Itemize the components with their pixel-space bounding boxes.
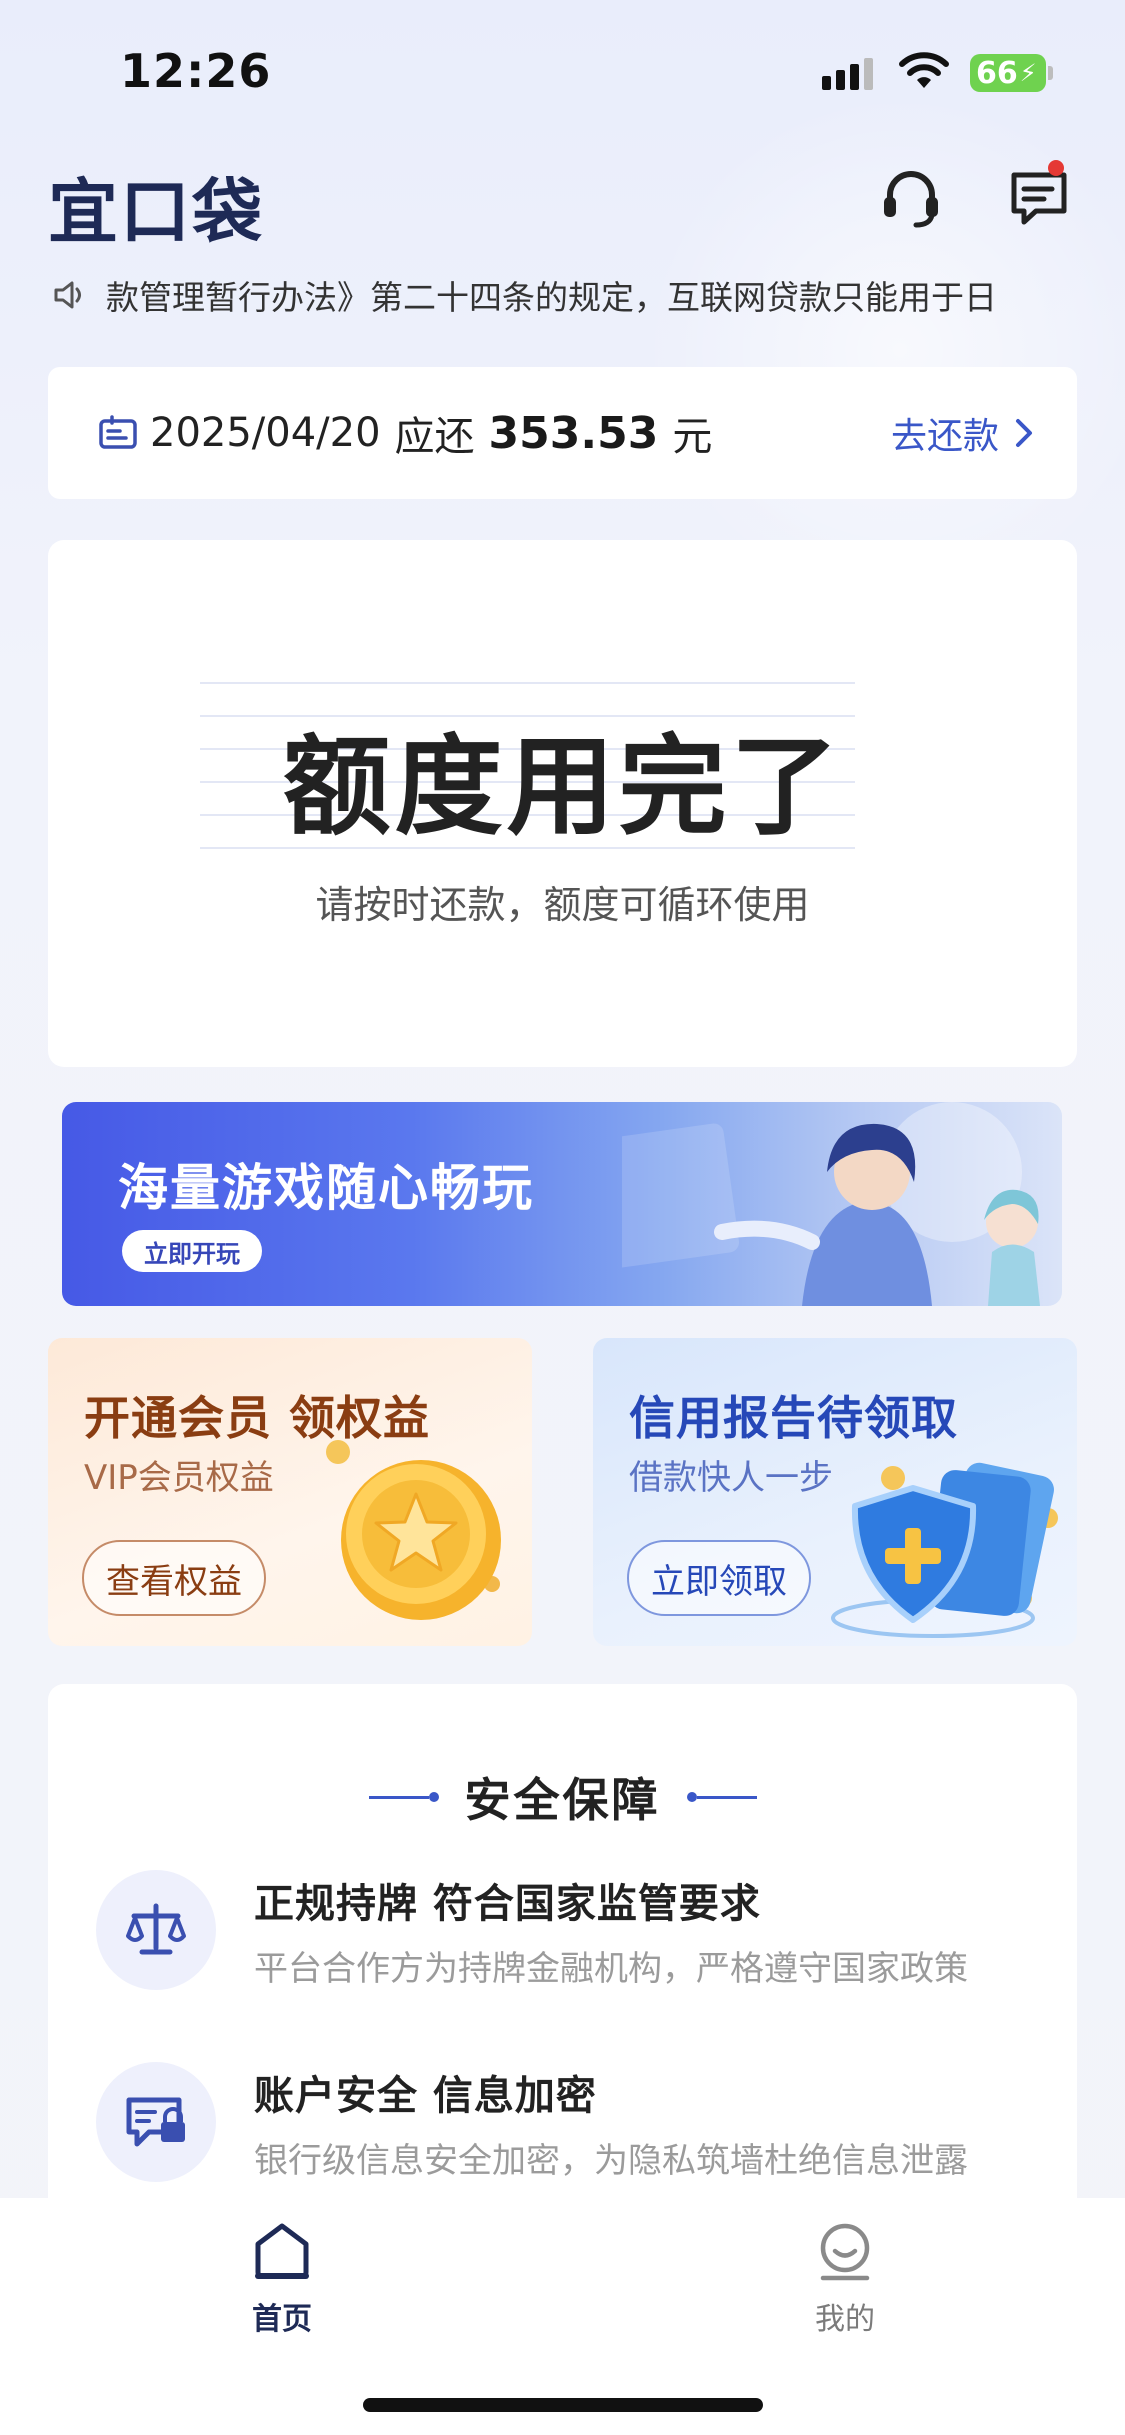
- notice-marquee[interactable]: 款管理暂行办法》第二十四条的规定，互联网贷款只能用于日: [52, 270, 1082, 320]
- cellular-signal-icon: [822, 58, 873, 90]
- charging-bolt-icon: ⚡: [1019, 59, 1037, 87]
- security-item-desc: 平台合作方为持牌金融机构，严格遵守国家政策: [254, 1948, 968, 1989]
- game-banner[interactable]: 海量游戏随心畅玩 立即开玩: [62, 1102, 1062, 1306]
- home-indicator[interactable]: [363, 2398, 763, 2412]
- credit-report-card[interactable]: 信用报告待领取 借款快人一步 立即领取: [593, 1338, 1077, 1646]
- battery-charging-icon: 66 ⚡: [970, 54, 1046, 92]
- security-title: 安全保障: [464, 1773, 661, 1827]
- title-decoration-left: [368, 1792, 439, 1802]
- quota-title: 额度用完了: [282, 725, 843, 850]
- tab-mine-label: 我的: [815, 2302, 875, 2337]
- tab-mine[interactable]: 我的: [765, 2220, 925, 2338]
- battery-tip: [1048, 66, 1053, 80]
- security-item-desc: 银行级信息安全加密，为隐私筑墙杜绝信息泄露: [254, 2140, 968, 2181]
- title-decoration-right: [686, 1792, 757, 1802]
- speaker-icon: [54, 281, 81, 309]
- repay-unit: 元: [672, 414, 713, 460]
- credit-card-title: 信用报告待领取: [629, 1391, 958, 1445]
- go-repay-button[interactable]: 去还款: [891, 407, 1033, 459]
- status-bar: 12:26 66 ⚡: [0, 0, 1125, 140]
- app-screen: 12:26 66 ⚡ 宜口袋 款管理暂行办法》第二十四条的规定，互联网贷款只能用…: [0, 0, 1125, 2435]
- repayment-card[interactable]: 2025/04/20 应还 353.53 元 去还款: [48, 367, 1077, 499]
- credit-card-subtitle: 借款快人一步: [629, 1458, 833, 1498]
- security-item-title: 正规持牌 符合国家监管要求: [254, 1880, 761, 1927]
- game-characters-illustration: [622, 1102, 1040, 1306]
- security-item-title: 账户安全 信息加密: [254, 2072, 597, 2119]
- message-badge: [1048, 160, 1064, 176]
- member-benefits-card[interactable]: 开通会员 领权益 VIP会员权益 查看权益: [48, 1338, 532, 1646]
- repay-due-label: 应还: [394, 414, 475, 460]
- app-logo: 宜口袋: [48, 171, 264, 253]
- security-section: 安全保障 正规持牌 符合国家监管要求 平台合作方为持牌金融机构，严格遵守国家政策: [48, 1684, 1077, 2244]
- game-banner-title: 海量游戏随心畅玩: [118, 1159, 534, 1217]
- status-time: 12:26: [120, 44, 272, 98]
- play-now-button[interactable]: 立即开玩: [122, 1230, 262, 1272]
- claim-now-button[interactable]: 立即领取: [627, 1540, 811, 1616]
- repay-amount: 353.53: [488, 407, 659, 459]
- security-item: 正规持牌 符合国家监管要求 平台合作方为持牌金融机构，严格遵守国家政策: [96, 1870, 968, 1990]
- security-title-row: 安全保障: [48, 1764, 1077, 1830]
- notice-text: 款管理暂行办法》第二十四条的规定，互联网贷款只能用于日: [106, 278, 997, 317]
- view-benefits-button[interactable]: 查看权益: [82, 1540, 266, 1616]
- battery-level: 66: [976, 55, 1018, 91]
- home-icon: [255, 2223, 309, 2279]
- profile-icon: [820, 2223, 870, 2281]
- quota-card: 额度用完了 请按时还款，额度可循环使用: [48, 540, 1077, 1067]
- tab-home[interactable]: 首页: [202, 2220, 362, 2338]
- tab-home-label: 首页: [252, 2302, 312, 2337]
- scale-balance-icon: [96, 1870, 216, 1990]
- member-card-subtitle: VIP会员权益: [84, 1458, 274, 1498]
- security-item: 账户安全 信息加密 银行级信息安全加密，为隐私筑墙杜绝信息泄露: [96, 2062, 968, 2182]
- message-icon[interactable]: [1006, 165, 1072, 231]
- shield-cards-icon: [831, 1462, 1058, 1638]
- bill-icon: [99, 415, 137, 449]
- go-repay-label: 去还款: [890, 416, 999, 457]
- gold-star-coin-icon: [326, 1440, 501, 1620]
- repay-date: 2025/04/20: [150, 410, 381, 456]
- wifi-icon: [899, 52, 949, 88]
- chevron-right-icon: [1016, 419, 1032, 447]
- lock-card-icon: [96, 2062, 216, 2182]
- headset-support-icon[interactable]: [878, 165, 944, 231]
- quota-subtitle: 请按时还款，额度可循环使用: [315, 883, 810, 927]
